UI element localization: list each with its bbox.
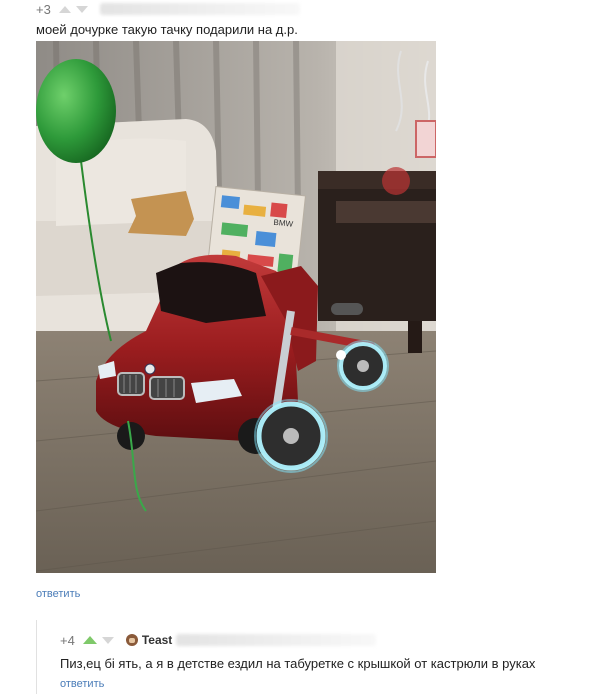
- upvote-icon[interactable]: [82, 636, 97, 644]
- thread-divider: [36, 620, 37, 694]
- reply-comment-rating: +4: [60, 632, 75, 648]
- comment-photo[interactable]: BMW: [36, 41, 436, 573]
- reply-link[interactable]: ответить: [60, 678, 104, 690]
- downvote-icon[interactable]: [101, 636, 114, 644]
- reply-comment-header: +4 Teast: [60, 631, 377, 649]
- photo-scene: BMW: [36, 41, 436, 573]
- username[interactable]: Teast: [142, 633, 172, 647]
- comment-text: моей дочурке такую тачку подарили на д.р…: [36, 22, 298, 37]
- comment-header: +3: [36, 0, 300, 18]
- reply-comment-text: Пиз,ец бі ять, а я в детстве ездил на та…: [60, 656, 536, 671]
- downvote-icon[interactable]: [75, 5, 88, 13]
- avatar[interactable]: [125, 634, 138, 646]
- blurred-username: [99, 3, 300, 15]
- upvote-icon[interactable]: [58, 5, 71, 13]
- reply-link[interactable]: ответить: [36, 588, 80, 600]
- blurred-username: [176, 634, 377, 646]
- comment-rating: +3: [36, 1, 51, 17]
